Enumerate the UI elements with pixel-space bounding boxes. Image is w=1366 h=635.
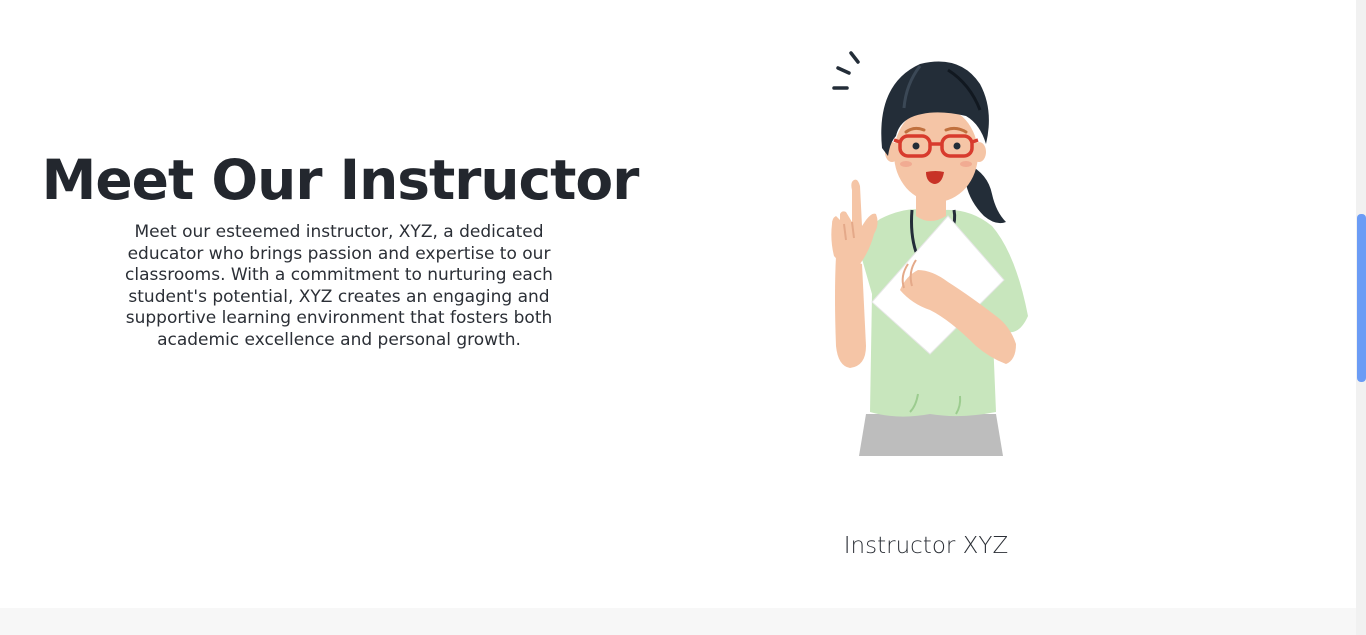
scrollbar-thumb[interactable] — [1357, 214, 1366, 382]
footer-band — [0, 608, 1356, 635]
instructor-description: Meet our esteemed instructor, XYZ, a ded… — [125, 222, 553, 350]
instructor-section: Meet Our Instructor Meet our esteemed in… — [0, 0, 1356, 608]
scrollbar[interactable] — [1356, 0, 1366, 635]
face — [894, 106, 978, 202]
instructor-illustration — [831, 51, 1028, 456]
page: Meet Our Instructor Meet our esteemed in… — [0, 0, 1366, 635]
exclamation-lines-icon — [832, 51, 860, 90]
section-heading: Meet Our Instructor — [41, 148, 640, 212]
raised-arm — [835, 256, 866, 368]
instructor-caption: Instructor XYZ — [843, 533, 1009, 559]
skirt — [859, 414, 1003, 456]
